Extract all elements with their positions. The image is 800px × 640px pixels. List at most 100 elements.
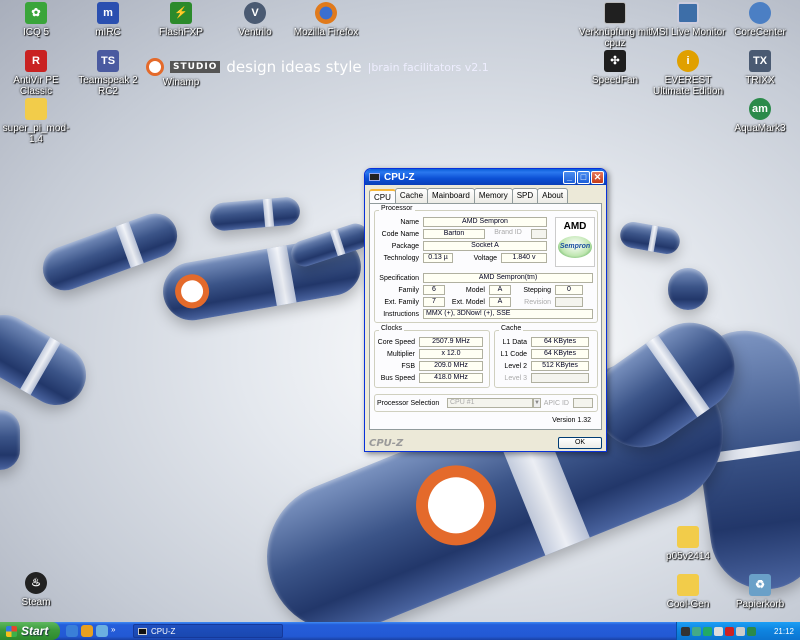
- mirc-logo-icon: m: [97, 2, 119, 24]
- desktop-icon-msi-live-monitor[interactable]: MSI Live Monitor: [650, 2, 726, 38]
- clocks-group-title: Clocks: [379, 325, 405, 332]
- folder-icon: [677, 526, 699, 548]
- tray-speaker-icon[interactable]: [736, 626, 745, 636]
- desktop-icon-firefox[interactable]: Mozilla Firefox: [288, 2, 364, 38]
- desktop-icon-flashfxp[interactable]: ⚡ FlashFXP: [143, 2, 219, 38]
- multiplier-value: x 12.0: [419, 349, 483, 359]
- cpuz-watermark: CPU-Z: [369, 437, 404, 449]
- desktop-icon-teamspeak[interactable]: TS Teamspeak 2 RC2: [70, 50, 146, 97]
- msi-monitor-icon: [677, 2, 699, 24]
- tab-cache[interactable]: Cache: [394, 188, 429, 203]
- stepping-value: 0: [555, 285, 583, 295]
- taskbar: Start » CPU-Z 21:12: [0, 622, 800, 640]
- family-label: Family: [398, 286, 419, 294]
- fsb-label: FSB: [401, 362, 415, 370]
- desktop-icon-ventrilo[interactable]: V Ventrilo: [217, 2, 293, 38]
- wallpaper-pill: [0, 410, 20, 470]
- windows-logo-icon: [6, 625, 17, 637]
- tab-about[interactable]: About: [537, 188, 569, 203]
- tab-spd[interactable]: SPD: [511, 188, 539, 203]
- apic-id-value: [573, 398, 593, 408]
- desktop-icon-p05v2414[interactable]: p05v2414: [650, 526, 726, 562]
- brand-subtitle: |brain facilitators v2.1: [367, 60, 489, 74]
- antivir-umbrella-icon: R: [25, 50, 47, 72]
- desktop-icon-cool-gen[interactable]: Cool-Gen: [650, 574, 726, 610]
- desktop-icon-antivir[interactable]: R AntiVir PE Classic: [0, 50, 74, 97]
- tab-cpu[interactable]: CPU: [369, 189, 396, 204]
- cpuz-app-icon: [369, 173, 380, 181]
- level-2-label: Level 2: [504, 362, 527, 370]
- wallpaper-pill: [618, 219, 682, 257]
- cpuz-titlebar[interactable]: CPU-Z _ □ ✕: [365, 169, 606, 185]
- tray-d-icon[interactable]: [703, 626, 712, 636]
- desktop-icon-recycle-bin[interactable]: ♻ Papierkorb: [722, 574, 798, 610]
- revision-value: [555, 297, 583, 307]
- ext-family-value: 7: [423, 297, 445, 307]
- speedfan-fan-icon: ✣: [604, 50, 626, 72]
- desktop-icon-mirc[interactable]: m mIRC: [70, 2, 146, 38]
- family-value: 6: [423, 285, 445, 295]
- cache-group: Cache L1 Data 64 KBytes L1 Code 64 KByte…: [494, 325, 598, 388]
- revision-label: Revision: [524, 298, 551, 306]
- processor-selection-label: Processor Selection: [377, 399, 440, 407]
- chevron-down-icon[interactable]: ▼: [533, 398, 541, 408]
- sempron-badge: Sempron: [558, 236, 592, 258]
- cpuz-chip-icon: [604, 2, 626, 24]
- media-player-icon[interactable]: [81, 625, 93, 637]
- start-button[interactable]: Start: [0, 622, 60, 640]
- desktop-icon-icq[interactable]: ✿ ICQ 5: [0, 2, 74, 38]
- desktop-icon-winamp[interactable]: Winamp: [143, 52, 219, 88]
- wallpaper-pill: [36, 207, 184, 297]
- voltage-value: 1.840 v: [501, 253, 547, 263]
- desktop-icon-superpi[interactable]: super_pi_mod-1.4: [0, 98, 74, 145]
- tray-antivir-icon[interactable]: [725, 626, 734, 636]
- l1-code-label: L1 Code: [500, 350, 527, 358]
- tab-memory[interactable]: Memory: [473, 188, 513, 203]
- cpuz-window[interactable]: CPU-Z _ □ ✕ CPU Cache Mainboard Memory S…: [364, 168, 607, 452]
- quick-launch: »: [66, 625, 123, 637]
- cache-group-title: Cache: [499, 325, 524, 332]
- processor-selection-dropdown[interactable]: CPU #1: [447, 398, 533, 408]
- package-value: Socket A: [423, 241, 547, 251]
- tray-monitor-icon[interactable]: [747, 626, 756, 636]
- name-label: Name: [400, 218, 419, 226]
- corecenter-logo-icon: [749, 2, 771, 24]
- cpuz-task-icon: [138, 627, 147, 635]
- everest-info-icon: i: [677, 50, 699, 72]
- show-desktop-icon[interactable]: [96, 625, 108, 637]
- brand-id-value: [531, 229, 547, 239]
- tray-shield-icon[interactable]: [692, 626, 701, 636]
- close-button[interactable]: ✕: [591, 170, 604, 184]
- quick-launch-chevron-icon[interactable]: »: [111, 625, 123, 637]
- ext-family-label: Ext. Family: [384, 298, 419, 306]
- l1-data-value: 64 KBytes: [531, 337, 589, 347]
- desktop-icon-trixx[interactable]: TX TRIXX: [722, 50, 798, 86]
- tray-steam-icon[interactable]: [681, 626, 690, 636]
- maximize-button[interactable]: □: [577, 170, 590, 184]
- window-title: CPU-Z: [384, 171, 415, 183]
- level-3-value: [531, 373, 589, 383]
- codename-value: Barton: [423, 229, 485, 239]
- desktop-icon-everest[interactable]: i EVEREST Ultimate Edition: [650, 50, 726, 97]
- apic-id-label: APIC ID: [543, 399, 569, 407]
- bus-speed-label: Bus Speed: [380, 374, 415, 382]
- winamp-logo-icon: [170, 52, 192, 74]
- taskbar-button-cpuz[interactable]: CPU-Z: [133, 624, 283, 638]
- tray-network-icon[interactable]: [714, 626, 723, 636]
- desktop-icon-speedfan[interactable]: ✣ SpeedFan: [577, 50, 653, 86]
- steam-logo-icon: ♨: [25, 572, 47, 594]
- ie-icon[interactable]: [66, 625, 78, 637]
- desktop-icon-corecenter[interactable]: CoreCenter: [722, 2, 798, 38]
- codename-label: Code Name: [381, 230, 419, 238]
- bus-speed-value: 418.0 MHz: [419, 373, 483, 383]
- processor-group-title: Processor: [379, 205, 415, 212]
- desktop-icon-cpuz[interactable]: Verknüpfung mit cpuz: [577, 2, 653, 49]
- ok-button[interactable]: OK: [558, 437, 602, 449]
- clock[interactable]: 21:12: [774, 627, 794, 636]
- tab-mainboard[interactable]: Mainboard: [427, 188, 475, 203]
- taskbar-button-label: CPU-Z: [151, 626, 176, 636]
- desktop-icon-aquamark[interactable]: am AquaMark3: [722, 98, 798, 134]
- minimize-button[interactable]: _: [563, 170, 576, 184]
- desktop-icon-steam[interactable]: ♨ Steam: [0, 572, 74, 608]
- brand-id-label: Brand ID: [494, 229, 522, 236]
